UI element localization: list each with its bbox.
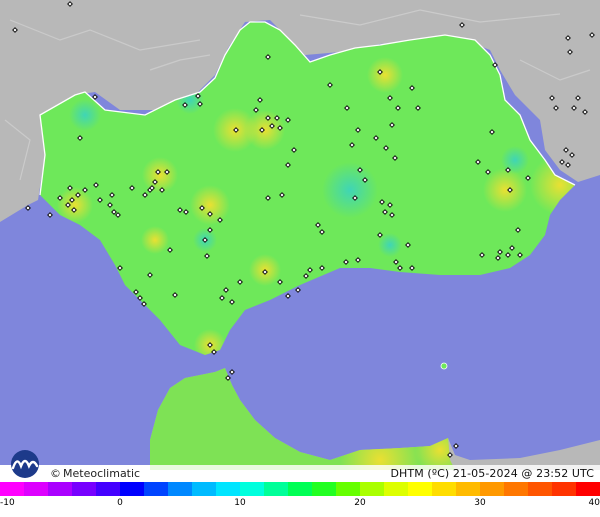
scale-tick-label: 30 [474,498,486,508]
scale-swatch [432,482,456,496]
temperature-map: © Meteoclimatic DHTM (ºC) 21-05-2024 @ 23… [0,0,600,517]
color-scale-labels: -10 0 10 20 30 40 [0,497,600,511]
scale-swatch [48,482,72,496]
copyright-symbol: © [50,467,61,480]
brand-label: © Meteoclimatic [50,467,140,480]
scale-tick-label: 40 [588,498,600,508]
scale-swatch [264,482,288,496]
scale-swatch [240,482,264,496]
map-canvas [0,0,600,470]
scale-swatch [24,482,48,496]
scale-swatch [576,482,600,496]
scale-swatch [168,482,192,496]
scale-swatch [480,482,504,496]
brand-name: Meteoclimatic [63,467,141,480]
scale-swatch [120,482,144,496]
color-scale-bar [0,482,600,496]
scale-swatch [528,482,552,496]
scale-swatch [408,482,432,496]
scale-tick-label: 0 [117,498,123,508]
scale-swatch [504,482,528,496]
scale-swatch [552,482,576,496]
scale-swatch [192,482,216,496]
scale-swatch [336,482,360,496]
scale-swatch [72,482,96,496]
scale-swatch [456,482,480,496]
scale-tick-label: -10 [0,498,15,508]
map-caption: DHTM (ºC) 21-05-2024 @ 23:52 UTC [390,467,594,480]
scale-swatch [312,482,336,496]
scale-swatch [288,482,312,496]
scale-swatch [384,482,408,496]
scale-swatch [360,482,384,496]
scale-swatch [0,482,24,496]
wave-logo-icon [11,450,39,478]
island-marker [440,362,448,370]
scale-swatch [144,482,168,496]
scale-tick-label: 10 [234,498,246,508]
scale-swatch [216,482,240,496]
scale-tick-label: 20 [354,498,366,508]
scale-swatch [96,482,120,496]
